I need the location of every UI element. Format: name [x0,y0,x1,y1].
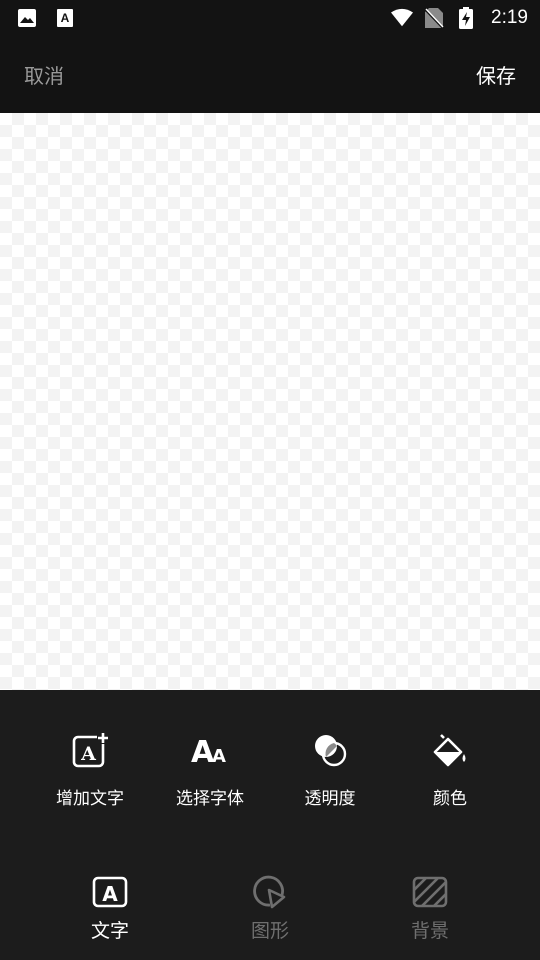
tool-add-text[interactable]: A 增加文字 [40,730,140,809]
tab-label: 背景 [410,920,449,942]
status-right: 2:19 [391,7,528,29]
svg-text:A: A [61,11,70,25]
cancel-button[interactable]: 取消 [24,60,64,89]
battery-charging-icon [455,7,477,29]
no-sim-icon [423,7,445,29]
tab-background[interactable]: 背景 [370,874,490,960]
tool-opacity[interactable]: 透明度 [280,730,380,809]
background-tab-icon [410,874,450,910]
text-tab-icon: A [90,874,130,910]
paint-bucket-icon [430,730,470,770]
tab-shape[interactable]: 图形 [210,874,330,960]
bottom-tab-bar: A 文字 图形 背景 [0,850,540,960]
font-select-icon: A A [190,730,230,770]
wifi-icon [391,7,414,29]
status-bar: A 2:19 [0,0,540,36]
font-app-icon: A [54,7,76,29]
tool-label: 增加文字 [56,789,124,809]
status-left: A [16,7,76,29]
clock: 2:19 [491,7,528,28]
save-button[interactable]: 保存 [476,60,516,89]
tab-label: 文字 [90,920,129,942]
transparent-canvas[interactable] [0,113,540,690]
tool-label: 透明度 [304,789,356,809]
text-tools-panel: A 增加文字 A A 选择字体 透明度 颜色 [0,690,540,850]
add-text-icon: A [70,730,110,770]
tool-color[interactable]: 颜色 [400,730,500,809]
tool-label: 颜色 [433,789,467,809]
top-app-bar: 取消 保存 [0,36,540,113]
tab-label: 图形 [250,920,289,942]
tool-select-font[interactable]: A A 选择字体 [160,730,260,809]
opacity-icon [310,730,350,770]
svg-text:A: A [102,882,118,906]
tab-text[interactable]: A 文字 [50,874,170,960]
editor-screen: A 2:19 取消 保存 A 增加文字 A A 选择字体 透明度 颜色 A 文字… [0,0,540,960]
shape-tab-icon [250,874,290,910]
image-icon [16,7,38,29]
svg-text:A: A [80,743,96,765]
tool-label: 选择字体 [176,789,244,809]
svg-text:A: A [212,746,226,767]
